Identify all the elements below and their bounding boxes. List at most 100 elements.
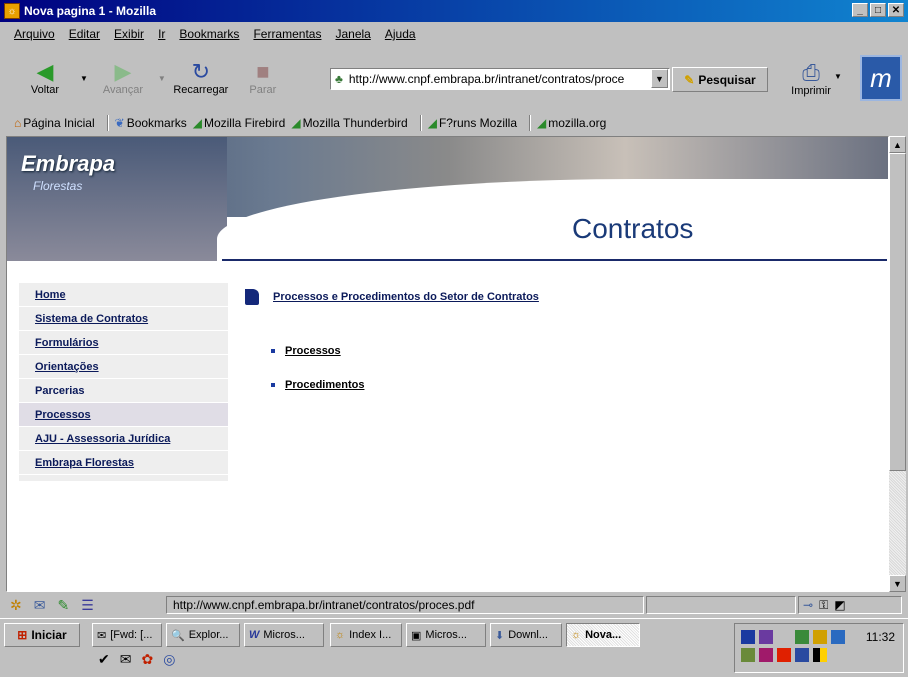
tray-icon[interactable] [759,630,773,644]
maximize-button[interactable]: □ [870,3,886,17]
sidebar-item-sistema-contratos[interactable]: Sistema de Contratos [19,307,228,331]
tray-icon[interactable] [741,630,755,644]
search-button[interactable]: ✎ Pesquisar [672,67,768,92]
quicklaunch-icon-4[interactable]: ◎ [163,651,175,668]
tray-icon[interactable] [795,630,809,644]
section-heading: Processos e Procedimentos do Setor de Co… [245,289,539,305]
tray-icon[interactable] [777,648,791,662]
forward-dropdown-icon[interactable]: ▼ [158,74,166,83]
composer-icon[interactable]: ✎ [57,597,69,614]
tray-icon[interactable] [759,648,773,662]
task-word[interactable]: W Micros... [244,623,324,647]
bookmark-thunderbird[interactable]: ◢ Mozilla Thunderbird [291,116,407,130]
minimize-button[interactable]: _ [852,3,868,17]
link-processos[interactable]: Processos [285,345,341,357]
back-button[interactable]: ◀ Voltar [14,49,76,107]
sidebar-item-embrapa-florestas[interactable]: Embrapa Florestas [19,451,228,475]
scroll-down-button[interactable]: ▼ [889,575,906,592]
list-item: Processos [271,345,341,357]
menu-bookmarks[interactable]: Bookmarks [179,27,239,41]
task-micros[interactable]: ▣ Micros... [406,623,486,647]
menu-ajuda[interactable]: Ajuda [385,27,416,41]
quicklaunch-icon-1[interactable]: ✔ [98,651,110,668]
bookmark-foruns[interactable]: ◢ F?runs Mozilla [428,116,517,130]
sidebar-item-processos[interactable]: Processos [19,403,228,427]
mozilla-throbber-logo[interactable]: m [860,55,902,101]
tray-icon[interactable] [831,630,845,644]
embrapa-logo[interactable]: Embrapa [21,151,115,177]
task-fwd[interactable]: ✉ [Fwd: [... [92,623,162,647]
navigator-icon[interactable]: ✲ [10,597,22,614]
status-bar: ✲ ✉ ✎ ☰ http://www.cnpf.embrapa.br/intra… [0,594,908,616]
separator [106,115,109,131]
cookie-icon[interactable]: ◩ [834,598,845,612]
reload-button[interactable]: ↻ Recarregar [170,49,232,107]
separator [529,115,531,131]
addressbook-icon[interactable]: ☰ [81,597,94,614]
bookmark-firebird[interactable]: ◢ Mozilla Firebird [193,116,286,130]
vertical-scrollbar[interactable]: ▲ ▼ [889,136,906,592]
search-label: Pesquisar [698,72,756,87]
close-button[interactable]: ✕ [888,3,904,17]
forward-arrow-icon: ▶ [114,59,132,84]
scroll-thumb[interactable] [889,153,906,471]
print-label: Imprimir [791,85,831,97]
sidebar-item-parcerias[interactable]: Parcerias [19,379,228,403]
window-title: Nova pagina 1 - Mozilla [24,4,157,18]
menu-bar: Arquivo Editar Exibir Ir Bookmarks Ferra… [0,24,908,44]
link-procedimentos[interactable]: Procedimentos [285,379,364,391]
quicklaunch-icon-3[interactable]: ✿ [141,651,153,668]
sidebar-item-aju[interactable]: AJU - Assessoria Jurídica [19,427,228,451]
security-icon[interactable]: ⚿ [819,598,828,613]
bookmark-thunderbird-label: Mozilla Thunderbird [302,116,408,130]
forward-button[interactable]: ▶ Avançar [92,49,154,107]
tray-icon[interactable] [795,648,809,662]
online-icon[interactable]: ⊸ [803,598,813,612]
print-dropdown-icon[interactable]: ▼ [834,72,842,81]
mozilla-task-icon: ☼ [571,629,582,641]
sidebar-item-formularios[interactable]: Formulários [19,331,228,355]
address-bar[interactable]: ♣ http://www.cnpf.embrapa.br/intranet/co… [330,68,670,90]
url-dropdown-button[interactable]: ▼ [651,69,668,88]
start-button[interactable]: ⊞ Iniciar [4,623,80,647]
menu-editar[interactable]: Editar [69,27,100,41]
tray-icon[interactable] [813,648,827,662]
mail-icon[interactable]: ✉ [34,597,46,614]
sidebar-item-orientacoes[interactable]: Orientações [19,355,228,379]
stop-icon: ■ [256,59,270,84]
page-content: Embrapa Florestas Contratos Home Sistema… [6,136,889,592]
menu-arquivo[interactable]: Arquivo [14,27,55,41]
task-downloads[interactable]: ⬇ Downl... [490,623,562,647]
mail-task-icon: ✉ [97,629,107,642]
speaker-icon[interactable] [777,630,791,644]
task-label: Nova... [585,629,622,641]
tray-icon[interactable] [813,630,827,644]
task-index[interactable]: ☼ Index I... [330,623,402,647]
progress-panel [646,596,796,614]
menu-janela[interactable]: Janela [335,27,370,41]
quicklaunch-icon-2[interactable]: ✉ [120,651,132,668]
home-bookmark[interactable]: ⌂ Página Inicial [14,116,95,130]
bookmark-firebird-label: Mozilla Firebird [203,116,286,130]
menu-ir[interactable]: Ir [158,27,165,41]
task-explorer[interactable]: 🔍 Explor... [166,623,240,647]
word-icon: W [249,629,260,641]
bookmarks-menu[interactable]: ❦ Bookmarks [115,116,187,130]
url-text: http://www.cnpf.embrapa.br/intranet/cont… [348,72,625,86]
separator [419,115,422,131]
menu-ferramentas[interactable]: Ferramentas [253,27,321,41]
clock[interactable]: 11:32 [866,630,895,644]
scroll-up-button[interactable]: ▲ [889,136,906,153]
bullet-icon [271,349,275,353]
back-dropdown-icon[interactable]: ▼ [80,74,88,83]
sidebar-item-home[interactable]: Home [19,283,228,307]
print-button[interactable]: ⎙ Imprimir [780,50,842,108]
menu-exibir[interactable]: Exibir [114,27,144,41]
bookmark-mozilla-org[interactable]: ◢ mozilla.org [537,116,606,130]
stop-button[interactable]: ■ Parar [232,49,294,107]
download-icon: ⬇ [495,629,505,642]
section-title-link[interactable]: Processos e Procedimentos do Setor de Co… [273,291,539,303]
bookmark-link-icon: ◢ [291,116,301,130]
task-nova-pagina[interactable]: ☼ Nova... [566,623,640,647]
tray-icon[interactable] [741,648,755,662]
